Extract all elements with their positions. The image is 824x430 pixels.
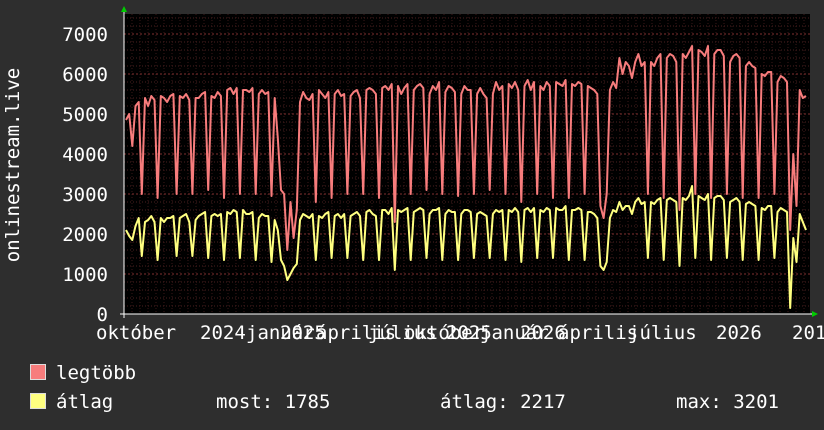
- y-tick-label: 3000: [62, 184, 108, 206]
- x-tick-label: 2024: [200, 322, 246, 344]
- legend-swatch-max: [30, 364, 46, 380]
- y-tick-label: 5000: [62, 104, 108, 126]
- y-tick-label: 2000: [62, 224, 108, 246]
- y-axis-arrow: [121, 6, 127, 12]
- x-tick-label: 2026: [716, 322, 762, 344]
- stat-average: átlag: 2217: [440, 391, 566, 413]
- x-tick-label: április: [558, 322, 638, 344]
- y-tick-labels: 01000200030004000500060007000: [62, 24, 108, 326]
- x-tick-labels: október 2024 január2025áprilisjúliusoktóbe…: [96, 322, 824, 344]
- legend-item-avg: átlag: [30, 391, 113, 413]
- plot-area: [124, 14, 810, 314]
- y-tick-label: 7000: [62, 24, 108, 46]
- y-tick-label: 6000: [62, 64, 108, 86]
- legend-label-max: legtöbb: [56, 362, 137, 384]
- y-tick-label: 1000: [62, 264, 108, 286]
- y-axis-title-text: onlinestream.live: [2, 67, 24, 263]
- stat-now: most: 1785: [216, 391, 331, 413]
- legend-label-avg: átlag: [56, 391, 114, 413]
- x-tick-label: 201: [792, 322, 824, 344]
- stat-max: max: 3201: [676, 391, 779, 413]
- legend-item-max: legtöbb: [30, 362, 136, 384]
- x-tick-label: július: [628, 322, 697, 344]
- y-tick-label: 4000: [62, 144, 108, 166]
- y-axis-title: onlinestream.live: [0, 0, 26, 320]
- x-axis-arrow: [812, 311, 818, 317]
- x-tick-label: október: [96, 322, 176, 344]
- legend-swatch-avg: [30, 393, 46, 409]
